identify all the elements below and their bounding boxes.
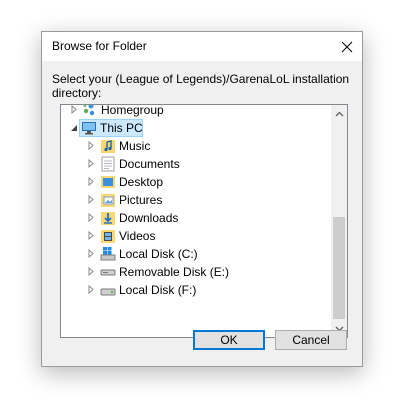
tree-item-label: Documents [119, 157, 180, 171]
videos-folder-icon [100, 228, 116, 244]
expand-arrow-icon[interactable] [86, 141, 95, 150]
instruction-text: Select your (League of Legends)/GarenaLo… [52, 72, 350, 100]
tree-item-local-disk-f[interactable]: Local Disk (F:) [61, 281, 331, 299]
desktop-folder-icon [100, 174, 116, 190]
scroll-thumb[interactable] [333, 217, 345, 319]
music-folder-icon [100, 138, 116, 154]
homegroup-icon [81, 105, 97, 118]
tree-item-pictures[interactable]: Pictures [61, 191, 331, 209]
tree-item-label: Videos [119, 229, 156, 243]
tree-item-label: Local Disk (F:) [119, 283, 197, 297]
cancel-button[interactable]: Cancel [275, 330, 347, 350]
removable-drive-icon [100, 264, 116, 280]
tree-item-label: Pictures [119, 193, 163, 207]
tree-item-label: Homegroup [101, 104, 164, 117]
documents-folder-icon [100, 156, 116, 172]
expand-arrow-icon[interactable] [69, 105, 78, 114]
pictures-folder-icon [100, 192, 116, 208]
scroll-up-button[interactable] [331, 105, 347, 122]
expand-arrow-icon[interactable] [86, 231, 95, 240]
tree-item-videos[interactable]: Videos [61, 227, 331, 245]
downloads-folder-icon [100, 210, 116, 226]
tree-item-label: Removable Disk (E:) [119, 265, 230, 279]
tree-item-label: Local Disk (C:) [119, 247, 198, 261]
tree-item-this-pc[interactable]: This PC [61, 119, 331, 137]
tree-item-downloads[interactable]: Downloads [61, 209, 331, 227]
expand-arrow-icon[interactable] [86, 267, 95, 276]
expand-arrow-icon[interactable] [86, 195, 95, 204]
drive-icon [100, 282, 116, 298]
expand-arrow-icon[interactable] [86, 159, 95, 168]
computer-icon [81, 120, 97, 136]
expand-arrow-icon[interactable] [86, 285, 95, 294]
windows-drive-icon [100, 246, 116, 262]
title-bar: Browse for Folder [42, 32, 362, 61]
tree-item-label: Music [119, 139, 151, 153]
tree-item-documents[interactable]: Documents [61, 155, 331, 173]
tree-item-label: Desktop [119, 175, 164, 189]
ok-button[interactable]: OK [193, 330, 265, 350]
tree-item-removable-disk-e[interactable]: Removable Disk (E:) [61, 263, 331, 281]
browse-for-folder-dialog: Browse for Folder Select your (League of… [41, 31, 363, 367]
tree-item-homegroup[interactable]: Homegroup [61, 104, 331, 119]
collapse-arrow-icon[interactable] [69, 123, 78, 132]
close-button[interactable] [332, 32, 362, 61]
tree-item-music[interactable]: Music [61, 137, 331, 155]
chevron-up-icon [335, 111, 343, 116]
tree-item-label: This PC [100, 121, 143, 135]
close-icon [341, 41, 353, 52]
expand-arrow-icon[interactable] [86, 177, 95, 186]
tree-item-label: Downloads [119, 211, 179, 225]
tree-item-local-disk-c[interactable]: Local Disk (C:) [61, 245, 331, 263]
tree-item-desktop[interactable]: Desktop [61, 173, 331, 191]
expand-arrow-icon[interactable] [86, 249, 95, 258]
vertical-scrollbar[interactable] [331, 105, 347, 337]
dialog-title: Browse for Folder [52, 39, 147, 53]
expand-arrow-icon[interactable] [86, 213, 95, 222]
folder-tree[interactable]: Homegroup This PC Music Documents Deskto… [60, 104, 348, 338]
